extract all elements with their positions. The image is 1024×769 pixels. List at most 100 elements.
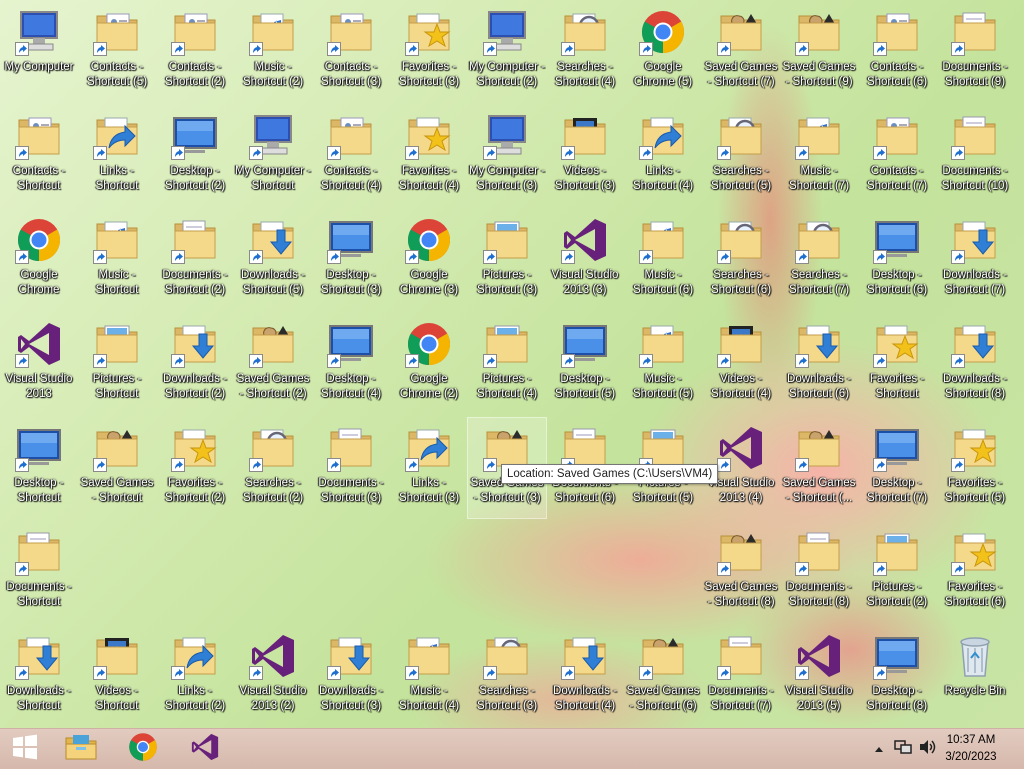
desktop-icon-item[interactable]: Saved Games - Shortcut (2)	[234, 314, 312, 414]
network-icon[interactable]	[894, 739, 916, 760]
desktop-icon-item[interactable]: My Computer - Shortcut (2)	[468, 2, 546, 102]
desktop-icon-item[interactable]: My Computer - Shortcut	[234, 106, 312, 206]
desktop-icon-item[interactable]: Visual Studio 2013 (3)	[546, 210, 624, 310]
visual-studio-icon	[561, 216, 609, 264]
music-folder-icon	[639, 320, 687, 368]
desktop-icon-item[interactable]: Links - Shortcut (3)	[390, 418, 468, 518]
visual-studio-taskbar-button[interactable]	[182, 729, 228, 769]
desktop-icon-item[interactable]: Videos - Shortcut	[78, 626, 156, 726]
desktop-icon-item[interactable]: Pictures - Shortcut	[78, 314, 156, 414]
desktop-icon-item[interactable]: My Computer	[0, 2, 78, 102]
show-hidden-icons-chevron[interactable]	[874, 740, 888, 758]
desktop-icon-item[interactable]: Saved Games - Shortcut	[78, 418, 156, 518]
desktop-icon-item[interactable]: Music - Shortcut (5)	[624, 314, 702, 414]
desktop-icon-item[interactable]: Contacts - Shortcut (7)	[858, 106, 936, 206]
shortcut-arrow-icon	[327, 146, 341, 160]
desktop[interactable]: My Computer Contacts - Shortcut (5) Contac…	[0, 0, 1024, 728]
desktop-icon-item[interactable]: Saved Games - Shortcut (6)	[624, 626, 702, 726]
desktop-icon-item[interactable]: Videos - Shortcut (3)	[546, 106, 624, 206]
desktop-icon-item[interactable]: Downloads - Shortcut (2)	[156, 314, 234, 414]
desktop-icon-item[interactable]: Contacts - Shortcut	[0, 106, 78, 206]
desktop-icon-item[interactable]: Desktop - Shortcut (5)	[546, 314, 624, 414]
desktop-icon-item[interactable]: Searches - Shortcut (7)	[780, 210, 858, 310]
shortcut-arrow-icon	[15, 666, 29, 680]
desktop-icon-item[interactable]: Desktop - Shortcut (8)	[858, 626, 936, 726]
desktop-icon-item[interactable]: Pictures - Shortcut (2)	[858, 522, 936, 622]
desktop-icon-item[interactable]: Saved Games - Shortcut (8)	[702, 522, 780, 622]
desktop-icon-label: Favorites - Shortcut (6)	[944, 581, 1006, 608]
desktop-icon-item[interactable]: Saved Games - Shortcut (9)	[780, 2, 858, 102]
desktop-icon-item[interactable]: Links - Shortcut	[78, 106, 156, 206]
recycle-bin-icon	[951, 632, 999, 680]
desktop-icon-item[interactable]: Music - Shortcut (2)	[234, 2, 312, 102]
desktop-icon-item[interactable]: Links - Shortcut (2)	[156, 626, 234, 726]
desktop-icon-item[interactable]: Documents - Shortcut (3)	[312, 418, 390, 518]
desktop-icon-item[interactable]: Favorites - Shortcut (2)	[156, 418, 234, 518]
desktop-icon-item[interactable]: Saved Games - Shortcut (...	[780, 418, 858, 518]
desktop-icon-item[interactable]: Favorites - Shortcut (6)	[936, 522, 1014, 622]
chrome-taskbar-button[interactable]	[120, 729, 166, 769]
desktop-icon-item[interactable]: Desktop - Shortcut (6)	[858, 210, 936, 310]
links-folder-icon	[171, 632, 219, 680]
desktop-icon-item[interactable]: Saved Games - Shortcut (7)	[702, 2, 780, 102]
shortcut-arrow-icon	[405, 42, 419, 56]
desktop-icon-item[interactable]: Visual Studio 2013	[0, 314, 78, 414]
desktop-icon-item[interactable]: Visual Studio 2013 (5)	[780, 626, 858, 726]
desktop-icon-item[interactable]: Favorites - Shortcut (4)	[390, 106, 468, 206]
desktop-icon-item[interactable]: Documents - Shortcut	[0, 522, 78, 622]
desktop-icon-item[interactable]: Searches - Shortcut (4)	[546, 2, 624, 102]
desktop-icon-item[interactable]: Desktop - Shortcut (2)	[156, 106, 234, 206]
desktop-icon-item[interactable]: Documents - Shortcut (10)	[936, 106, 1014, 206]
desktop-icon-item[interactable]: Searches - Shortcut (6)	[702, 210, 780, 310]
desktop-icon-item[interactable]: Searches - Shortcut (3)	[468, 626, 546, 726]
desktop-icon-item[interactable]: Music - Shortcut	[78, 210, 156, 310]
desktop-icon-item[interactable]: Music - Shortcut (7)	[780, 106, 858, 206]
desktop-icon-item[interactable]: Desktop - Shortcut	[0, 418, 78, 518]
desktop-icon-item[interactable]: Documents - Shortcut (2)	[156, 210, 234, 310]
desktop-icon-item[interactable]: Contacts - Shortcut (3)	[312, 2, 390, 102]
shortcut-arrow-icon	[93, 250, 107, 264]
desktop-icon-item[interactable]: Contacts - Shortcut (2)	[156, 2, 234, 102]
desktop-icon-item[interactable]: Documents - Shortcut (9)	[936, 2, 1014, 102]
desktop-icon-item[interactable]: Desktop - Shortcut (4)	[312, 314, 390, 414]
desktop-icon-item[interactable]: Downloads - Shortcut (5)	[234, 210, 312, 310]
desktop-icon-item[interactable]: Downloads - Shortcut	[0, 626, 78, 726]
desktop-icon-item[interactable]: Google Chrome (3)	[390, 210, 468, 310]
desktop-icon-item[interactable]: Music - Shortcut (4)	[390, 626, 468, 726]
desktop-icon-item[interactable]: Pictures - Shortcut (4)	[468, 314, 546, 414]
file-explorer-button[interactable]	[58, 729, 104, 769]
desktop-icon-item[interactable]: Google Chrome (5)	[624, 2, 702, 102]
desktop-icon-item[interactable]: Downloads - Shortcut (7)	[936, 210, 1014, 310]
shortcut-arrow-icon	[639, 250, 653, 264]
desktop-icon-item[interactable]: Favorites - Shortcut (5)	[936, 418, 1014, 518]
desktop-icon-item[interactable]: Recycle Bin	[936, 626, 1014, 726]
desktop-icon-item[interactable]: Downloads - Shortcut (4)	[546, 626, 624, 726]
desktop-icon-item[interactable]: Videos - Shortcut (4)	[702, 314, 780, 414]
desktop-icon-item[interactable]: Contacts - Shortcut (4)	[312, 106, 390, 206]
clock[interactable]: 10:37 AM 3/20/2023	[936, 732, 1006, 766]
desktop-icon-item[interactable]: Desktop - Shortcut (7)	[858, 418, 936, 518]
desktop-icon-item[interactable]: Favorites - Shortcut	[858, 314, 936, 414]
links-folder-icon	[405, 424, 453, 472]
desktop-icon-item[interactable]: Contacts - Shortcut (5)	[78, 2, 156, 102]
desktop-icon-item[interactable]: Downloads - Shortcut (8)	[936, 314, 1014, 414]
desktop-icon-item[interactable]: Google Chrome (2)	[390, 314, 468, 414]
desktop-icon-item[interactable]: Music - Shortcut (6)	[624, 210, 702, 310]
desktop-icon-item[interactable]: My Computer - Shortcut (3)	[468, 106, 546, 206]
desktop-icon-item[interactable]: Documents - Shortcut (8)	[780, 522, 858, 622]
desktop-icon-item[interactable]: Downloads - Shortcut (3)	[312, 626, 390, 726]
desktop-icon-item[interactable]: Links - Shortcut (4)	[624, 106, 702, 206]
shortcut-arrow-icon	[795, 458, 809, 472]
desktop-icon-item[interactable]: Pictures - Shortcut (3)	[468, 210, 546, 310]
desktop-icon-item[interactable]: Desktop - Shortcut (3)	[312, 210, 390, 310]
desktop-icon-label: Videos - Shortcut (4)	[710, 373, 772, 400]
desktop-icon-item[interactable]: Contacts - Shortcut (6)	[858, 2, 936, 102]
start-button[interactable]	[4, 729, 46, 769]
desktop-icon-item[interactable]: Google Chrome	[0, 210, 78, 310]
desktop-icon-item[interactable]: Downloads - Shortcut (6)	[780, 314, 858, 414]
desktop-icon-item[interactable]: Searches - Shortcut (2)	[234, 418, 312, 518]
desktop-icon-item[interactable]: Documents - Shortcut (7)	[702, 626, 780, 726]
desktop-icon-item[interactable]: Visual Studio 2013 (2)	[234, 626, 312, 726]
desktop-icon-item[interactable]: Searches - Shortcut (5)	[702, 106, 780, 206]
desktop-icon-item[interactable]: Favorites - Shortcut (3)	[390, 2, 468, 102]
